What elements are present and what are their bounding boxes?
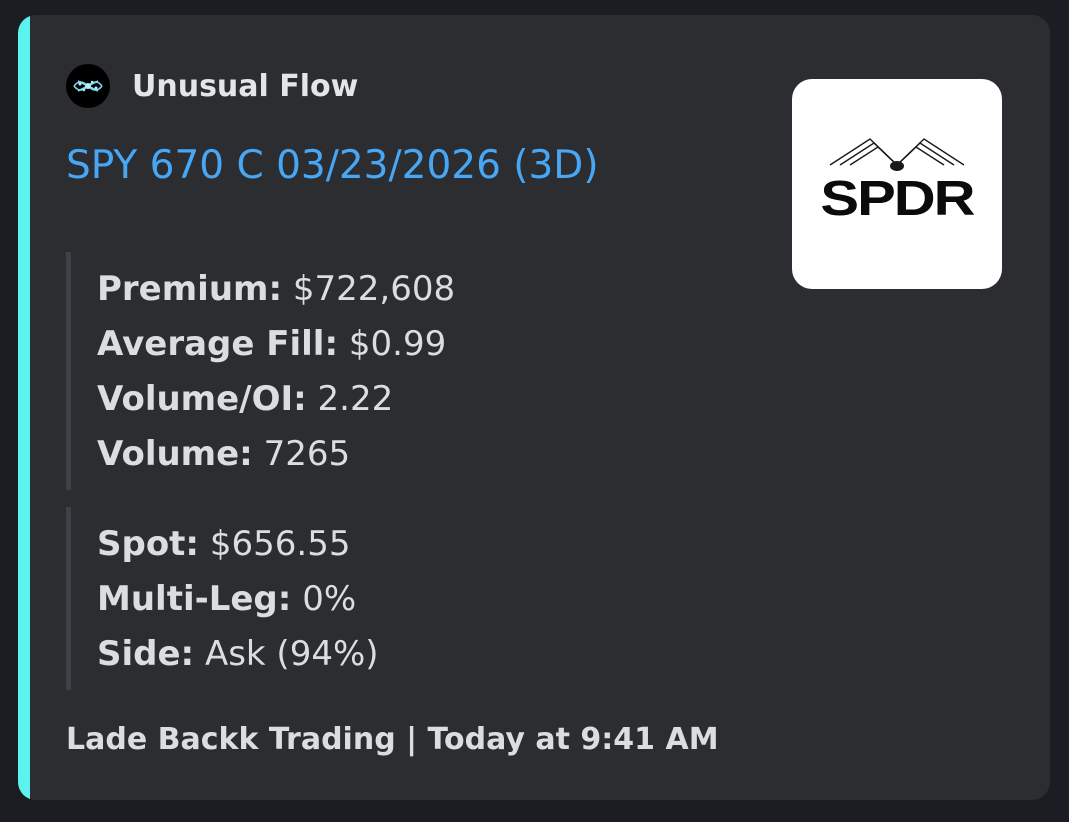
- field-volume: Volume: 7265: [97, 427, 455, 482]
- field-side-label: Side:: [97, 634, 195, 674]
- field-multi-leg-label: Multi-Leg:: [97, 579, 292, 619]
- field-premium: Premium: $722,608: [97, 262, 455, 317]
- embed-title[interactable]: SPY 670 C 03/23/2026 (3D): [66, 143, 599, 188]
- field-spot-label: Spot:: [97, 524, 200, 564]
- field-average-fill-label: Average Fill:: [97, 324, 339, 364]
- field-average-fill-value: $0.99: [348, 324, 447, 364]
- field-volume-oi: Volume/OI: 2.22: [97, 372, 455, 427]
- field-multi-leg-value: 0%: [302, 579, 357, 619]
- field-volume-oi-label: Volume/OI:: [97, 379, 307, 419]
- message-embed: Unusual Flow SPY 670 C 03/23/2026 (3D) P…: [18, 15, 1050, 800]
- embed-accent-bar: [18, 15, 30, 800]
- field-spot-value: $656.55: [209, 524, 351, 564]
- field-spot: Spot: $656.55: [97, 517, 379, 572]
- embed-footer: Lade Backk Trading | Today at 9:41 AM: [66, 722, 719, 757]
- field-average-fill: Average Fill: $0.99: [97, 317, 455, 372]
- field-multi-leg: Multi-Leg: 0%: [97, 572, 379, 627]
- field-volume-value: 7265: [263, 434, 351, 474]
- unusual-flow-logo-icon[interactable]: [66, 64, 110, 108]
- embed-author: Unusual Flow: [66, 64, 358, 108]
- embed-author-name[interactable]: Unusual Flow: [132, 69, 358, 104]
- thumbnail-logo-text: SPDR: [820, 170, 975, 227]
- field-premium-value: $722,608: [292, 269, 456, 309]
- field-side: Side: Ask (94%): [97, 627, 379, 682]
- field-side-value: Ask (94%): [204, 634, 379, 674]
- field-volume-oi-value: 2.22: [317, 379, 394, 419]
- embed-thumbnail[interactable]: SPDR: [792, 79, 1002, 289]
- field-premium-label: Premium:: [97, 269, 283, 309]
- fields-group-secondary: Spot: $656.55 Multi-Leg: 0% Side: Ask (9…: [66, 507, 379, 690]
- fields-group-primary: Premium: $722,608 Average Fill: $0.99 Vo…: [66, 252, 455, 490]
- field-volume-label: Volume:: [97, 434, 253, 474]
